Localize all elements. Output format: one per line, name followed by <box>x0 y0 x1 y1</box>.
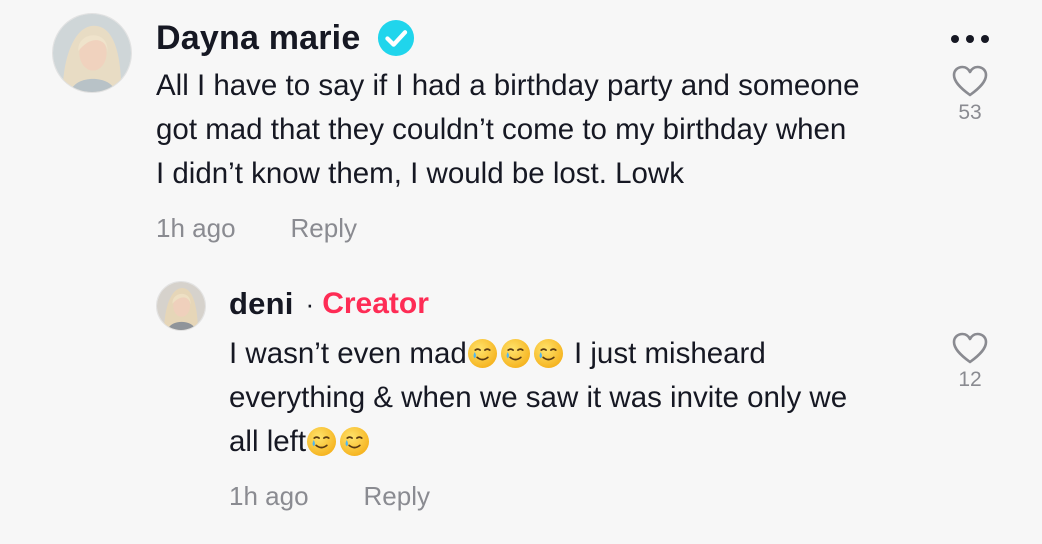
avatar-photo <box>157 282 205 330</box>
comment-thread: Dayna marie All I have to say if I had a… <box>0 0 1042 544</box>
reply-username[interactable]: deni <box>229 286 294 322</box>
timestamp: 1h ago <box>229 480 309 511</box>
like-count: 53 <box>958 101 982 124</box>
comment-like-button[interactable]: 53 <box>940 64 1000 126</box>
timestamp: 1h ago <box>156 212 236 243</box>
more-dots-icon[interactable] <box>948 31 992 47</box>
verified-check-icon <box>377 19 415 57</box>
heart-outline-icon[interactable] <box>951 331 989 365</box>
reply-meta: 1h ago Reply <box>229 479 430 513</box>
separator-dot: · <box>305 289 315 319</box>
reply-text-segment: I wasn’t even mad <box>229 337 467 370</box>
reply-text-line: all left <box>229 425 372 458</box>
reply-text-line: I wasn’t even mad I just misheard <box>229 337 766 370</box>
comment-text-line: All I have to say if I had a birthday pa… <box>156 69 860 102</box>
comment-text: All I have to say if I had a birthday pa… <box>156 64 860 196</box>
commenter-avatar[interactable] <box>52 13 132 93</box>
reply-name-row: deni · Creator <box>229 284 429 324</box>
smiling-face-with-tear-emoji <box>306 426 337 457</box>
smiling-face-with-tear-emoji <box>500 338 531 369</box>
commenter-name-row: Dayna marie <box>156 16 415 60</box>
smiling-face-with-tear-emoji <box>467 338 498 369</box>
reply-avatar[interactable] <box>156 281 206 331</box>
reply-button[interactable]: Reply <box>291 213 357 244</box>
reply-button[interactable]: Reply <box>364 481 430 512</box>
commenter-username[interactable]: Dayna marie <box>156 19 360 58</box>
avatar-photo <box>53 14 131 92</box>
reply-text: I wasn’t even mad I just misheard everyt… <box>229 332 847 464</box>
reply-text-line: everything & when we saw it was invite o… <box>229 381 848 414</box>
like-count: 12 <box>958 368 982 391</box>
reply-text-segment: I just misheard <box>565 337 766 370</box>
smiling-face-with-tear-emoji <box>339 426 370 457</box>
heart-outline-icon[interactable] <box>951 64 989 98</box>
smiling-face-with-tear-emoji <box>533 338 564 369</box>
comment-meta: 1h ago Reply <box>156 211 357 245</box>
comment-text-line: got mad that they couldn’t come to my bi… <box>156 113 847 146</box>
comment-text-line: I didn’t know them, I would be lost. Low… <box>156 157 684 190</box>
reply-text-segment: all left <box>229 425 307 458</box>
reply-like-button[interactable]: 12 <box>940 331 1000 393</box>
creator-badge: Creator <box>322 287 429 320</box>
